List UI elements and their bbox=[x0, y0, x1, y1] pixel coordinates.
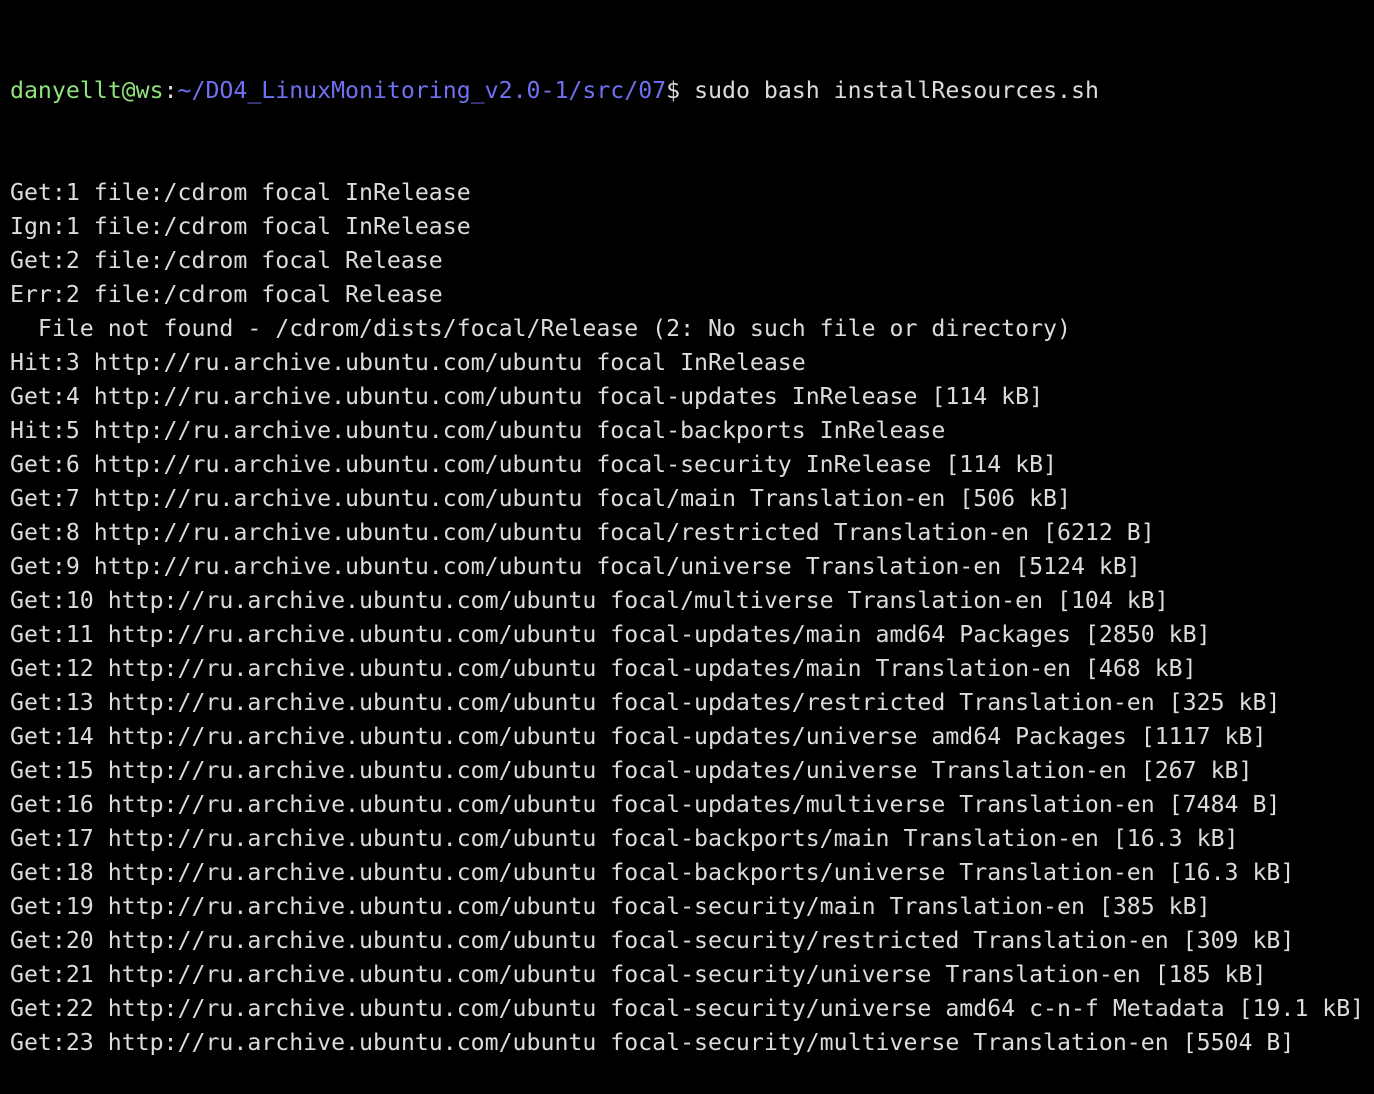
output-line: Get:22 http://ru.archive.ubuntu.com/ubun… bbox=[10, 995, 1365, 1022]
prompt-line: danyellt@ws:~/DO4_LinuxMonitoring_v2.0-1… bbox=[10, 74, 1364, 108]
output-line: Get:16 http://ru.archive.ubuntu.com/ubun… bbox=[10, 791, 1281, 818]
output-line: Get:11 http://ru.archive.ubuntu.com/ubun… bbox=[10, 621, 1211, 648]
output-line: Get:17 http://ru.archive.ubuntu.com/ubun… bbox=[10, 825, 1239, 852]
prompt-path: ~/DO4_LinuxMonitoring_v2.0-1/src/07 bbox=[177, 77, 667, 104]
output-line: Get:7 http://ru.archive.ubuntu.com/ubunt… bbox=[10, 485, 1071, 512]
output-line: Get:20 http://ru.archive.ubuntu.com/ubun… bbox=[10, 927, 1295, 954]
prompt-symbol: $ bbox=[666, 77, 695, 104]
output-line: Get:21 http://ru.archive.ubuntu.com/ubun… bbox=[10, 961, 1267, 988]
output-line: Get:9 http://ru.archive.ubuntu.com/ubunt… bbox=[10, 553, 1141, 580]
output-line: Get:14 http://ru.archive.ubuntu.com/ubun… bbox=[10, 723, 1267, 750]
output-line: Get:8 http://ru.archive.ubuntu.com/ubunt… bbox=[10, 519, 1155, 546]
output-line: Hit:3 http://ru.archive.ubuntu.com/ubunt… bbox=[10, 349, 806, 376]
prompt-user-host: danyellt@ws bbox=[10, 77, 164, 104]
output-line: Ign:1 file:/cdrom focal InRelease bbox=[10, 213, 471, 240]
output-line: Get:18 http://ru.archive.ubuntu.com/ubun… bbox=[10, 859, 1295, 886]
output-line: Err:2 file:/cdrom focal Release bbox=[10, 281, 443, 308]
output-line: Get:12 http://ru.archive.ubuntu.com/ubun… bbox=[10, 655, 1197, 682]
command-output: Get:1 file:/cdrom focal InRelease Ign:1 f… bbox=[10, 176, 1364, 1060]
output-line: Hit:5 http://ru.archive.ubuntu.com/ubunt… bbox=[10, 417, 946, 444]
output-line: Get:19 http://ru.archive.ubuntu.com/ubun… bbox=[10, 893, 1211, 920]
output-line: File not found - /cdrom/dists/focal/Rele… bbox=[10, 315, 1071, 342]
output-line: Get:2 file:/cdrom focal Release bbox=[10, 247, 443, 274]
output-line: Get:10 http://ru.archive.ubuntu.com/ubun… bbox=[10, 587, 1169, 614]
output-line: Get:6 http://ru.archive.ubuntu.com/ubunt… bbox=[10, 451, 1058, 478]
output-line: Get:15 http://ru.archive.ubuntu.com/ubun… bbox=[10, 757, 1253, 784]
terminal-output[interactable]: danyellt@ws:~/DO4_LinuxMonitoring_v2.0-1… bbox=[10, 6, 1364, 1094]
output-line: Get:23 http://ru.archive.ubuntu.com/ubun… bbox=[10, 1029, 1295, 1056]
output-line: Get:13 http://ru.archive.ubuntu.com/ubun… bbox=[10, 689, 1281, 716]
output-line: Get:1 file:/cdrom focal InRelease bbox=[10, 179, 471, 206]
output-line: Get:4 http://ru.archive.ubuntu.com/ubunt… bbox=[10, 383, 1044, 410]
prompt-separator: : bbox=[163, 77, 178, 104]
prompt-command: sudo bash installResources.sh bbox=[694, 77, 1099, 104]
